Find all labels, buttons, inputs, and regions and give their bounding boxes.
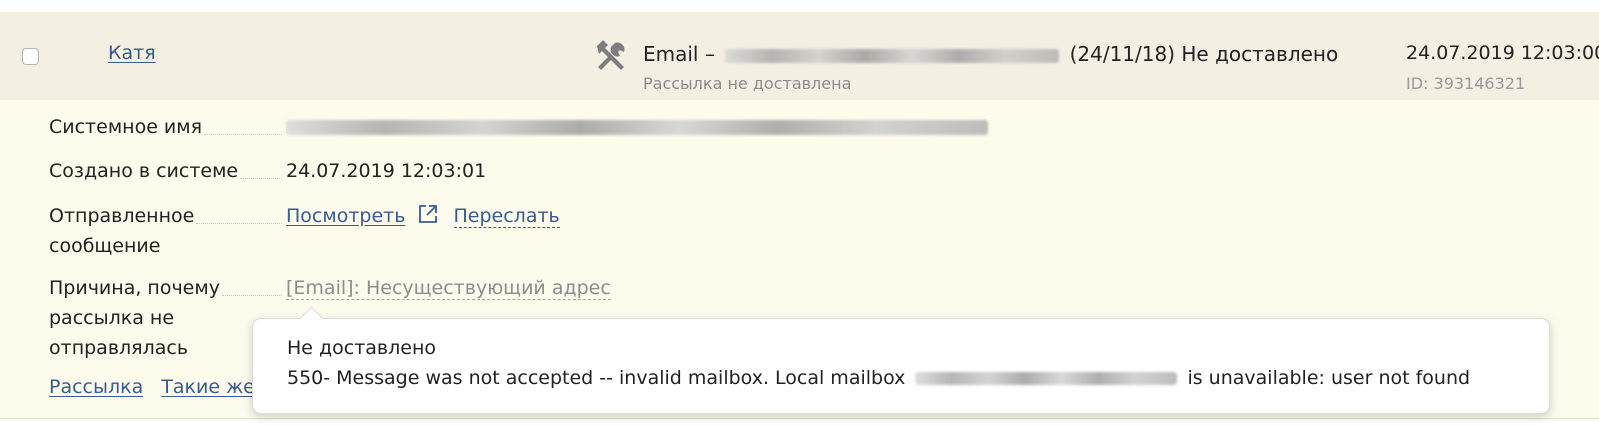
view-message-link[interactable]: Посмотреть <box>286 205 405 227</box>
redacted-email-subject <box>725 48 1060 63</box>
leader-dots <box>196 223 282 224</box>
created-label: Создано в системе <box>49 160 239 182</box>
message-subtitle: Рассылка не доставлена <box>643 74 852 93</box>
external-link-icon[interactable] <box>417 203 439 225</box>
reason-label-line2: рассылка не <box>49 307 175 329</box>
message-title-prefix: Email – <box>643 42 715 66</box>
footer-links: Рассылка Такие же <box>49 376 255 398</box>
tools-icon <box>597 40 625 70</box>
redacted-mailbox <box>915 372 1178 385</box>
leader-dots <box>204 134 282 135</box>
delivery-error-tooltip: Не доставлено 550- Message was not accep… <box>252 306 1550 414</box>
sent-message-label: Отправленное сообщение <box>49 201 194 261</box>
message-row-header: Катя Email – (24/11/18) Не доставлено Ра… <box>0 12 1599 100</box>
reason-value: [Email]: Несуществующий адрес <box>286 273 611 303</box>
reason-tooltip-trigger[interactable]: [Email]: Несуществующий адрес <box>286 277 611 300</box>
tooltip-error-text: 550- Message was not accepted -- invalid… <box>287 367 1470 389</box>
system-name-label: Системное имя <box>49 116 203 138</box>
tooltip-error-suffix: is unavailable: user not found <box>1187 367 1471 389</box>
sent-message-actions: Посмотреть Переслать <box>286 201 560 231</box>
mailing-link[interactable]: Рассылка <box>49 376 143 398</box>
created-value: 24.07.2019 12:03:01 <box>286 160 487 182</box>
reason-label-line1: Причина, почему <box>49 277 220 299</box>
leader-dots <box>240 178 282 179</box>
leader-dots <box>222 295 282 296</box>
row-divider <box>0 418 1599 419</box>
message-datetime: 24.07.2019 12:03:00 <box>1406 42 1599 64</box>
similar-link[interactable]: Такие же <box>161 376 255 398</box>
message-title: Email – (24/11/18) Не доставлено <box>643 42 1338 66</box>
contact-name-link[interactable]: Катя <box>108 42 156 64</box>
system-name-value <box>286 112 988 142</box>
sent-message-label-line1: Отправленное <box>49 205 195 227</box>
tooltip-error-prefix: 550- Message was not accepted -- invalid… <box>287 367 906 389</box>
redacted-system-name <box>286 120 988 135</box>
sent-message-label-line2: сообщение <box>49 235 161 257</box>
message-id: ID: 393146321 <box>1406 74 1526 93</box>
reason-label-line3: отправлялась <box>49 337 189 359</box>
reason-label: Причина, почему рассылка не отправлялась <box>49 273 220 363</box>
tooltip-title: Не доставлено <box>287 337 437 359</box>
message-title-suffix: (24/11/18) Не доставлено <box>1069 42 1339 66</box>
row-select-checkbox[interactable] <box>22 48 39 65</box>
forward-message-link[interactable]: Переслать <box>453 205 560 228</box>
